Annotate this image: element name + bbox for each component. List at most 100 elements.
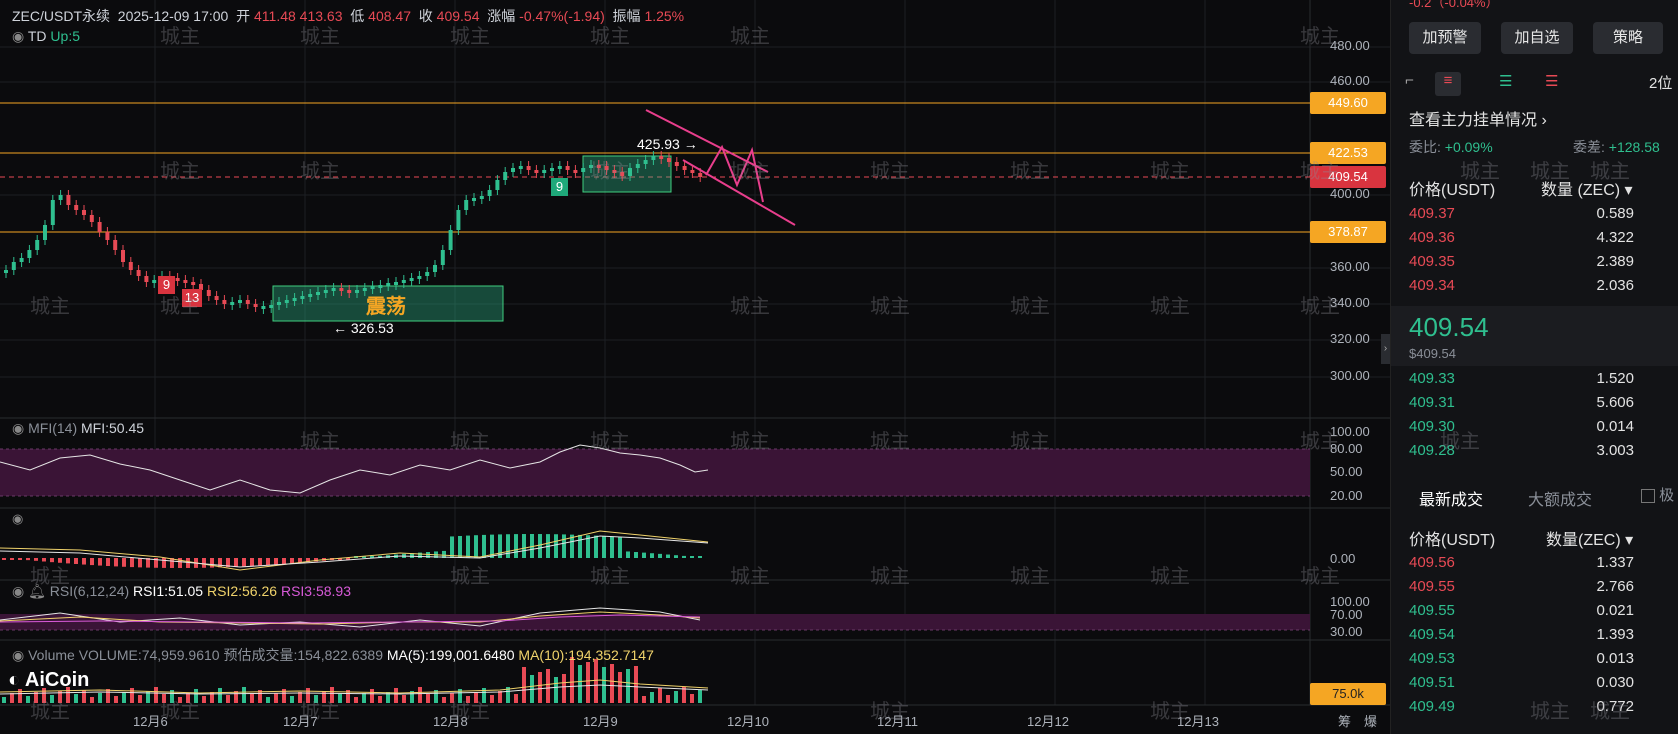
order-row[interactable]: 409.37 0.589 [1409,205,1678,229]
volume-bar [586,662,590,703]
order-row[interactable]: 409.30 0.014 [1409,418,1678,442]
candle-body [230,302,235,305]
row-price: 409.56 [1409,554,1455,571]
order-row[interactable]: 409.28 3.003 [1409,442,1678,466]
volume-bar [338,694,342,703]
order-row[interactable]: 409.34 2.036 [1409,277,1678,301]
order-row[interactable]: 409.51 0.030 [1409,674,1678,698]
order-row[interactable]: 409.53 0.013 [1409,650,1678,674]
volume-bar [298,692,302,703]
extreme-checkbox[interactable]: 极 [1641,484,1674,505]
macd-toggle-icon[interactable]: ◉ [12,511,23,527]
liquidation-button[interactable]: 爆 [1364,711,1377,730]
order-row[interactable]: 409.35 2.389 [1409,253,1678,277]
low-label: ← 326.53 [333,320,394,336]
candle-body [370,286,375,289]
macd-bar [506,534,510,558]
volume-header[interactable]: ◉ Volume VOLUME:74,959.9610 预估成交量:154,82… [12,645,654,665]
layout-split-icon[interactable]: ≡ [1435,72,1461,96]
tab-latest-trades[interactable]: 最新成交 [1419,486,1483,510]
range-box [582,155,672,193]
volume-bar [138,695,142,703]
mfi-band [0,449,1310,496]
macd-bar [162,558,166,568]
eye-icon[interactable]: ◉ [12,583,24,599]
row-qty: 0.014 [1596,418,1634,435]
indicator-td[interactable]: ◉ TD Up:5 [12,28,80,45]
order-diff: 委差: +128.58 [1573,139,1660,155]
volume-bar [674,691,678,703]
eye-icon[interactable]: ◉ [12,420,24,436]
level-tag-449: 449.60 [1310,92,1386,114]
row-qty: 0.030 [1596,674,1634,691]
order-row[interactable]: 409.31 5.606 [1409,394,1678,418]
candle-body [113,240,118,250]
add-alert-button[interactable]: 加预警 [1409,22,1481,54]
price-chart[interactable] [0,0,1390,734]
volume-bar [122,692,126,703]
order-row[interactable]: 409.36 4.322 [1409,229,1678,253]
eye-icon[interactable]: ◉ [12,28,24,44]
candle-body [698,173,703,177]
order-row[interactable]: 409.54 1.393 [1409,626,1678,650]
row-price: 409.55 [1409,602,1455,619]
macd-bar [698,556,702,558]
macd-bar [290,558,294,564]
candle-body [557,166,562,169]
mfi-header[interactable]: ◉ MFI(14) MFI:50.45 [12,420,144,437]
col-qty-header[interactable]: 数量 (ZEC) ▾ [1541,176,1633,200]
candle-body [74,205,79,210]
eye-icon[interactable]: ◉ [12,647,24,663]
strategy-button[interactable]: 策略 [1593,22,1663,54]
main-orders-link[interactable]: 查看主力挂单情况 › [1409,106,1547,130]
symbol[interactable]: ZEC/USDT永续 [12,8,110,24]
tab-large-trades[interactable]: 大额成交 [1528,486,1592,510]
candle-body [152,280,157,283]
depth-precision[interactable]: 2位 [1649,72,1672,93]
row-price: 409.54 [1409,626,1455,643]
row-price: 409.49 [1409,698,1455,715]
order-row[interactable]: 409.55 0.021 [1409,602,1678,626]
row-price: 409.35 [1409,253,1455,270]
candle-body [238,300,242,303]
bell-icon[interactable]: 🔔︎ [28,583,46,599]
row-price: 409.37 [1409,205,1455,222]
volume-bar [362,693,366,703]
volume-bar [314,695,318,703]
order-row[interactable]: 409.49 0.772 [1409,698,1678,722]
chip-button[interactable]: 筹 [1338,711,1351,730]
col-qty-header-2[interactable]: 数量(ZEC) ▾ [1546,526,1633,550]
macd-bar [18,558,22,560]
volume-bar [498,691,502,703]
layout-asks-icon[interactable]: ☰ [1545,72,1558,90]
macd-bar [114,558,118,567]
candle-body [339,288,344,291]
volume-bar [594,659,598,703]
macd-bar [626,551,630,558]
add-favorite-button[interactable]: 加自选 [1501,22,1573,54]
volume-bar [618,672,622,703]
td-9-badge: 9 [158,276,175,294]
row-qty: 3.003 [1596,442,1634,459]
macd-bar [282,558,286,564]
rsi-header[interactable]: ◉ 🔔︎ RSI(6,12,24) RSI1:51.05 RSI2:56.26 … [12,583,351,600]
order-row[interactable]: 409.56 1.337 [1409,554,1678,578]
volume-bar [162,694,166,703]
macd-bar [26,558,30,561]
volume-bar [50,695,54,703]
collapse-panel-handle[interactable]: › [1381,334,1390,364]
volume-bar [178,697,182,703]
candle-body [308,294,313,297]
candle-body [682,166,687,170]
candle-body [690,170,695,173]
order-row[interactable]: 409.55 2.766 [1409,578,1678,602]
candle-body [425,272,430,276]
candle-body [479,196,484,199]
macd-bar [610,536,614,558]
order-row[interactable]: 409.33 1.520 [1409,370,1678,394]
chart-area[interactable]: ZEC/USDT永续 2025-12-09 17:00 开 411.48 413… [0,0,1390,734]
candle-body [214,296,219,300]
layout-both-icon[interactable]: ⌐ [1405,72,1414,89]
macd-histogram [2,534,702,568]
layout-bids-icon[interactable]: ☰ [1499,72,1512,90]
